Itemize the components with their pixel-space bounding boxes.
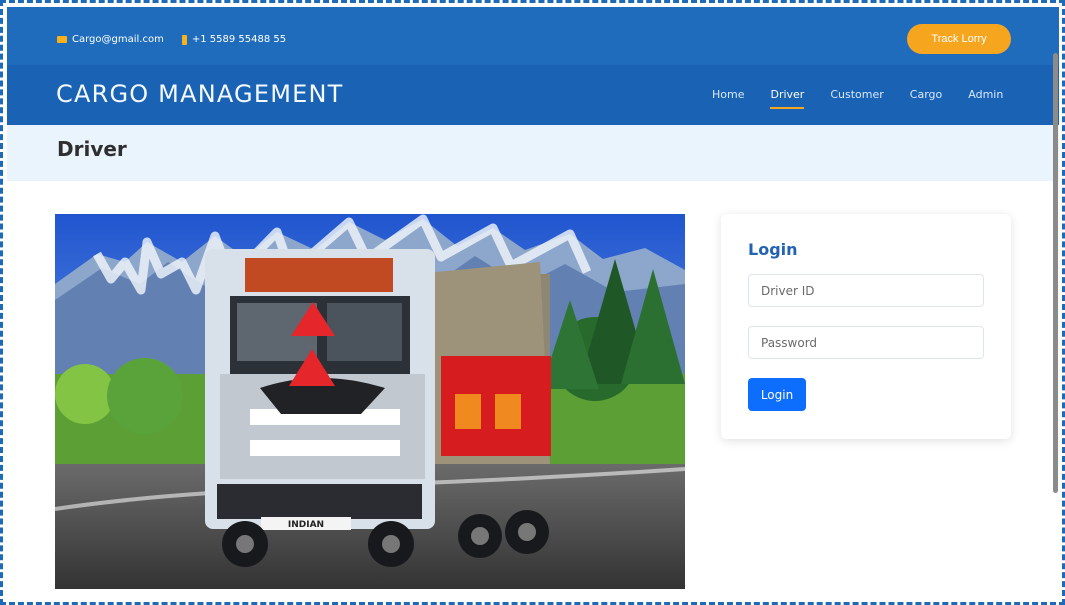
- envelope-icon: [57, 36, 67, 43]
- phone-contact: +1 5589 55488 55: [181, 34, 287, 45]
- nav-driver[interactable]: Driver: [770, 88, 804, 109]
- driver-id-input[interactable]: [748, 274, 984, 307]
- phone-icon: [181, 34, 187, 45]
- page-title-bar: Driver: [7, 125, 1059, 181]
- driver-login-card: Login Login: [721, 214, 1011, 439]
- email-text: Cargo@gmail.com: [72, 34, 164, 45]
- login-title: Login: [748, 240, 798, 259]
- track-lorry-button[interactable]: Track Lorry: [907, 24, 1011, 54]
- nav-customer[interactable]: Customer: [830, 88, 883, 101]
- login-button[interactable]: Login: [748, 378, 806, 411]
- page-scrollbar[interactable]: [1053, 53, 1058, 493]
- browser-frame: Cargo@gmail.com +1 5589 55488 55 Track L…: [0, 0, 1065, 605]
- truck-landscape-illustration: INDIAN: [55, 214, 685, 589]
- top-contact-bar: Cargo@gmail.com +1 5589 55488 55 Track L…: [7, 7, 1059, 65]
- truck-hero-image: INDIAN: [55, 214, 685, 589]
- site-brand[interactable]: CARGO MANAGEMENT: [56, 80, 344, 108]
- main-header: CARGO MANAGEMENT Home Driver Customer Ca…: [7, 65, 1059, 125]
- nav-home[interactable]: Home: [712, 88, 744, 101]
- email-contact: Cargo@gmail.com: [57, 34, 164, 45]
- contact-info: Cargo@gmail.com +1 5589 55488 55: [57, 34, 286, 45]
- password-input[interactable]: [748, 326, 984, 359]
- nav-admin[interactable]: Admin: [968, 88, 1003, 101]
- nav-cargo[interactable]: Cargo: [910, 88, 942, 101]
- phone-text: +1 5589 55488 55: [191, 34, 287, 45]
- main-navigation: Home Driver Customer Cargo Admin: [712, 88, 1003, 109]
- page-title: Driver: [57, 137, 127, 161]
- truck-plate-text: INDIAN: [288, 520, 324, 530]
